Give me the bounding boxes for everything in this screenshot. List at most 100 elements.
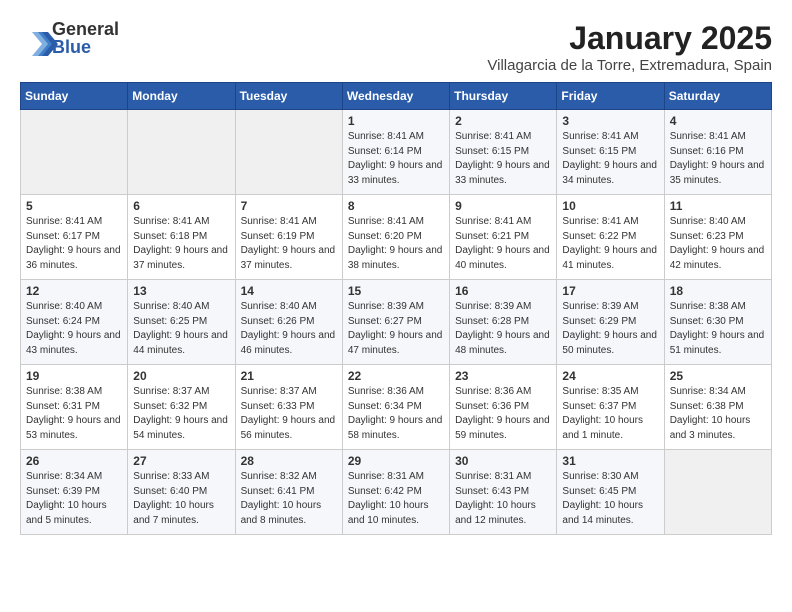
day-number: 13 (133, 284, 229, 298)
day-info: Sunrise: 8:41 AMSunset: 6:15 PMDaylight:… (562, 130, 658, 188)
day-info: Sunrise: 8:37 AMSunset: 6:33 PMDaylight:… (241, 385, 337, 443)
calendar-table: Sunday Monday Tuesday Wednesday Thursday… (20, 82, 772, 535)
calendar-cell: 1 Sunrise: 8:41 AMSunset: 6:14 PMDaylight… (342, 110, 449, 195)
calendar-cell: 7Sunrise: 8:41 AMSunset: 6:19 PMDaylight… (235, 195, 342, 280)
calendar-cell: 18 Sunrise: 8:38 AMSunset: 6:30 PMDayligh… (664, 280, 771, 365)
day-info: Sunrise: 8:41 AMSunset: 6:19 PMDaylight:… (241, 215, 337, 273)
day-number: 28 (241, 454, 337, 468)
page-header: General Blue January 2025 Villagarcia de… (20, 20, 772, 74)
calendar-cell: 17 Sunrise: 8:39 AMSunset: 6:29 PMDayligh… (557, 280, 664, 365)
calendar-week-row: 5 Sunrise: 8:41 AMSunset: 6:17 PMDaylight… (21, 195, 772, 280)
calendar-cell (664, 450, 771, 535)
day-number: 12 (26, 284, 122, 298)
calendar-cell: 31 Sunrise: 8:30 AMSunset: 6:45 PMDayligh… (557, 450, 664, 535)
day-number: 16 (455, 284, 551, 298)
header-monday: Monday (128, 83, 235, 110)
day-info: Sunrise: 8:41 AMSunset: 6:21 PMDaylight:… (455, 215, 551, 273)
day-info: Sunrise: 8:38 AMSunset: 6:31 PMDaylight:… (26, 385, 122, 443)
day-number: 14 (241, 284, 337, 298)
day-info: Sunrise: 8:40 AMSunset: 6:24 PMDaylight:… (26, 300, 122, 358)
calendar-cell: 16 Sunrise: 8:39 AMSunset: 6:28 PMDayligh… (450, 280, 557, 365)
calendar-cell: 23 Sunrise: 8:36 AMSunset: 6:36 PMDayligh… (450, 365, 557, 450)
calendar-cell: 4Sunrise: 8:41 AMSunset: 6:16 PMDaylight… (664, 110, 771, 195)
day-info: Sunrise: 8:34 AMSunset: 6:38 PMDaylight:… (670, 385, 766, 443)
day-info: Sunrise: 8:31 AMSunset: 6:42 PMDaylight:… (348, 470, 444, 528)
calendar-week-row: 26 Sunrise: 8:34 AMSunset: 6:39 PMDayligh… (21, 450, 772, 535)
calendar-week-row: 1 Sunrise: 8:41 AMSunset: 6:14 PMDaylight… (21, 110, 772, 195)
day-number: 6 (133, 199, 229, 213)
day-info: Sunrise: 8:39 AMSunset: 6:29 PMDaylight:… (562, 300, 658, 358)
header-wednesday: Wednesday (342, 83, 449, 110)
day-info: Sunrise: 8:37 AMSunset: 6:32 PMDaylight:… (133, 385, 229, 443)
logo-general: General (52, 20, 119, 38)
day-number: 19 (26, 369, 122, 383)
day-number: 8 (348, 199, 444, 213)
calendar-cell: 10Sunrise: 8:41 AMSunset: 6:22 PMDayligh… (557, 195, 664, 280)
calendar-cell: 3Sunrise: 8:41 AMSunset: 6:15 PMDaylight… (557, 110, 664, 195)
calendar-cell: 27Sunrise: 8:33 AMSunset: 6:40 PMDayligh… (128, 450, 235, 535)
header-thursday: Thursday (450, 83, 557, 110)
header-saturday: Saturday (664, 83, 771, 110)
day-info: Sunrise: 8:35 AMSunset: 6:37 PMDaylight:… (562, 385, 658, 443)
day-info: Sunrise: 8:39 AMSunset: 6:28 PMDaylight:… (455, 300, 551, 358)
day-info: Sunrise: 8:33 AMSunset: 6:40 PMDaylight:… (133, 470, 229, 528)
day-number: 25 (670, 369, 766, 383)
day-info: Sunrise: 8:32 AMSunset: 6:41 PMDaylight:… (241, 470, 337, 528)
day-number: 17 (562, 284, 658, 298)
day-number: 23 (455, 369, 551, 383)
calendar-cell: 11 Sunrise: 8:40 AMSunset: 6:23 PMDayligh… (664, 195, 771, 280)
day-number: 18 (670, 284, 766, 298)
day-info: Sunrise: 8:41 AMSunset: 6:20 PMDaylight:… (348, 215, 444, 273)
logo-text: General Blue (52, 20, 119, 56)
day-number: 31 (562, 454, 658, 468)
day-number: 4 (670, 114, 766, 128)
header-sunday: Sunday (21, 83, 128, 110)
weekday-header-row: Sunday Monday Tuesday Wednesday Thursday… (21, 83, 772, 110)
day-info: Sunrise: 8:41 AMSunset: 6:14 PMDaylight:… (348, 130, 444, 188)
day-info: Sunrise: 8:38 AMSunset: 6:30 PMDaylight:… (670, 300, 766, 358)
calendar-header: Sunday Monday Tuesday Wednesday Thursday… (21, 83, 772, 110)
calendar-cell: 6 Sunrise: 8:41 AMSunset: 6:18 PMDaylight… (128, 195, 235, 280)
calendar-body: 1 Sunrise: 8:41 AMSunset: 6:14 PMDaylight… (21, 110, 772, 535)
calendar-cell (128, 110, 235, 195)
month-year-title: January 2025 (487, 20, 772, 57)
logo-blue: Blue (52, 38, 119, 56)
calendar-cell: 29Sunrise: 8:31 AMSunset: 6:42 PMDayligh… (342, 450, 449, 535)
calendar-cell (235, 110, 342, 195)
day-number: 2 (455, 114, 551, 128)
calendar-week-row: 12 Sunrise: 8:40 AMSunset: 6:24 PMDayligh… (21, 280, 772, 365)
day-info: Sunrise: 8:36 AMSunset: 6:36 PMDaylight:… (455, 385, 551, 443)
calendar-cell: 5 Sunrise: 8:41 AMSunset: 6:17 PMDaylight… (21, 195, 128, 280)
day-number: 11 (670, 199, 766, 213)
day-info: Sunrise: 8:41 AMSunset: 6:17 PMDaylight:… (26, 215, 122, 273)
day-info: Sunrise: 8:40 AMSunset: 6:23 PMDaylight:… (670, 215, 766, 273)
day-number: 26 (26, 454, 122, 468)
calendar-cell (21, 110, 128, 195)
day-info: Sunrise: 8:39 AMSunset: 6:27 PMDaylight:… (348, 300, 444, 358)
day-number: 21 (241, 369, 337, 383)
calendar-cell: 19 Sunrise: 8:38 AMSunset: 6:31 PMDayligh… (21, 365, 128, 450)
day-number: 9 (455, 199, 551, 213)
day-info: Sunrise: 8:41 AMSunset: 6:18 PMDaylight:… (133, 215, 229, 273)
calendar-cell: 26 Sunrise: 8:34 AMSunset: 6:39 PMDayligh… (21, 450, 128, 535)
day-info: Sunrise: 8:30 AMSunset: 6:45 PMDaylight:… (562, 470, 658, 528)
calendar-cell: 24 Sunrise: 8:35 AMSunset: 6:37 PMDayligh… (557, 365, 664, 450)
title-block: January 2025 Villagarcia de la Torre, Ex… (487, 20, 772, 74)
calendar-cell: 25 Sunrise: 8:34 AMSunset: 6:38 PMDayligh… (664, 365, 771, 450)
logo: General Blue (20, 20, 119, 56)
logo-icon (20, 24, 48, 52)
day-info: Sunrise: 8:36 AMSunset: 6:34 PMDaylight:… (348, 385, 444, 443)
day-info: Sunrise: 8:41 AMSunset: 6:22 PMDaylight:… (562, 215, 658, 273)
calendar-cell: 30Sunrise: 8:31 AMSunset: 6:43 PMDayligh… (450, 450, 557, 535)
day-number: 24 (562, 369, 658, 383)
calendar-cell: 21 Sunrise: 8:37 AMSunset: 6:33 PMDayligh… (235, 365, 342, 450)
calendar-cell: 14Sunrise: 8:40 AMSunset: 6:26 PMDayligh… (235, 280, 342, 365)
day-info: Sunrise: 8:34 AMSunset: 6:39 PMDaylight:… (26, 470, 122, 528)
calendar-cell: 15Sunrise: 8:39 AMSunset: 6:27 PMDayligh… (342, 280, 449, 365)
calendar-cell: 8 Sunrise: 8:41 AMSunset: 6:20 PMDaylight… (342, 195, 449, 280)
day-number: 1 (348, 114, 444, 128)
calendar-cell: 28 Sunrise: 8:32 AMSunset: 6:41 PMDayligh… (235, 450, 342, 535)
calendar-cell: 20Sunrise: 8:37 AMSunset: 6:32 PMDayligh… (128, 365, 235, 450)
calendar-cell: 22Sunrise: 8:36 AMSunset: 6:34 PMDayligh… (342, 365, 449, 450)
day-number: 5 (26, 199, 122, 213)
